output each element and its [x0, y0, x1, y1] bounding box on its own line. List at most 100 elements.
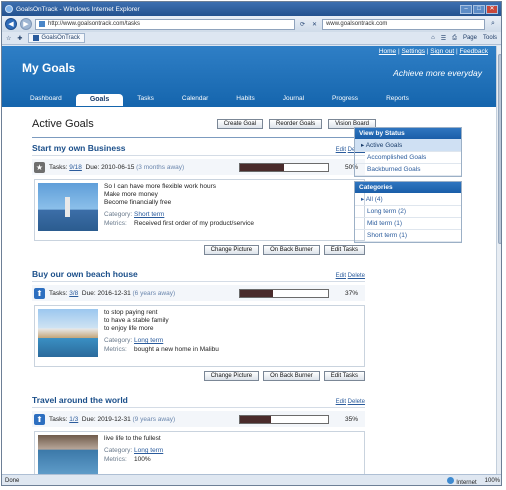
category-item-all[interactable]: ▸ All (4): [355, 193, 461, 206]
category-label: Category:: [104, 447, 133, 454]
tools-menu[interactable]: Tools: [483, 35, 497, 42]
progress-label: 37%: [345, 289, 359, 297]
tab-journal[interactable]: Journal: [269, 94, 318, 106]
metrics-label: Metrics:: [104, 220, 127, 227]
due-date: 2019-12-31: [97, 415, 131, 423]
maximize-button[interactable]: □: [473, 4, 485, 14]
goal-star-icon: ★: [34, 161, 45, 173]
refresh-icon[interactable]: ⟳: [298, 21, 307, 28]
tab-calendar[interactable]: Calendar: [168, 94, 222, 106]
vertical-scrollbar[interactable]: [496, 46, 501, 474]
favorites-star-icon[interactable]: ☆: [6, 35, 11, 42]
tasks-count-link[interactable]: 3/8: [69, 290, 78, 297]
address-bar-row: ◀ ▶ http://www.goalsontrack.com/tasks ⟳ …: [2, 16, 501, 32]
delete-link[interactable]: Delete: [348, 273, 365, 279]
create-goal-button[interactable]: Create Goal: [216, 119, 264, 129]
goal-card: Start my own Business Edit Delete ★ Task…: [32, 143, 365, 255]
edit-tasks-button[interactable]: Edit Tasks: [323, 371, 365, 381]
delete-link[interactable]: Delete: [348, 399, 365, 405]
tasks-count-link[interactable]: 9/18: [69, 164, 82, 171]
status-item-label: Active Goals: [365, 142, 403, 149]
top-links: Home | Settings | Sign out | Feedback: [378, 48, 488, 55]
category-item-short[interactable]: Short term (1): [355, 230, 461, 242]
page-viewport: Home | Settings | Sign out | Feedback My…: [2, 46, 496, 474]
browser-tab[interactable]: GoalsOnTrack: [28, 33, 85, 43]
due-label: Due:: [81, 289, 96, 297]
minimize-button[interactable]: –: [460, 4, 472, 14]
forward-icon[interactable]: ▶: [20, 18, 32, 30]
category-link[interactable]: Long term: [134, 447, 163, 455]
tab-dashboard[interactable]: Dashboard: [16, 94, 76, 106]
due-away: (3 months away): [136, 163, 185, 171]
page-title: Active Goals: [32, 118, 94, 130]
edit-link[interactable]: Edit: [336, 273, 346, 279]
edit-link[interactable]: Edit: [336, 399, 346, 405]
toplink-settings[interactable]: Settings: [401, 48, 425, 55]
reorder-goals-button[interactable]: Reorder Goals: [269, 119, 323, 129]
search-icon[interactable]: ⌕: [488, 20, 498, 28]
category-link[interactable]: Long term: [134, 337, 163, 345]
scroll-thumb[interactable]: [498, 54, 501, 244]
back-burner-button[interactable]: On Back Burner: [263, 371, 320, 381]
page-menu[interactable]: Page: [463, 35, 477, 42]
reason: So I can have more flexible work hours: [104, 183, 216, 190]
close-button[interactable]: ✕: [486, 4, 498, 14]
stop-icon[interactable]: ✕: [310, 21, 319, 28]
categories-box: Categories ▸ All (4) Long term (2) Mid t…: [354, 181, 462, 243]
zone-label: Internet: [456, 479, 477, 486]
search-input[interactable]: www.goalsontrack.com: [322, 18, 485, 30]
status-item-active[interactable]: ▸ Active Goals: [355, 139, 461, 152]
toplink-home[interactable]: Home: [379, 48, 396, 55]
category-link[interactable]: Short term: [134, 211, 164, 219]
print-icon[interactable]: ⎙: [452, 35, 457, 42]
metrics-label: Metrics:: [104, 456, 127, 463]
progress-label: 35%: [345, 415, 359, 423]
window-title: GoalsOnTrack - Windows Internet Explorer: [16, 5, 140, 13]
back-burner-button[interactable]: On Back Burner: [263, 245, 320, 255]
zoom-level[interactable]: 100%: [485, 478, 500, 484]
category-item-label: All (4): [365, 196, 383, 203]
add-favorite-icon[interactable]: ✚: [17, 35, 22, 42]
toplink-feedback[interactable]: Feedback: [459, 48, 488, 55]
tab-goals[interactable]: Goals: [75, 94, 124, 106]
status-item-accomplished[interactable]: Accomplished Goals: [355, 152, 461, 164]
metrics-value: bought a new home in Malibu: [134, 346, 219, 353]
categories-title: Categories: [355, 182, 461, 193]
search-text: www.goalsontrack.com: [326, 21, 388, 27]
address-field[interactable]: http://www.goalsontrack.com/tasks: [35, 18, 295, 30]
tab-habits[interactable]: Habits: [222, 94, 268, 106]
tasks-count-link[interactable]: 1/3: [69, 416, 78, 423]
metrics-value: Received first order of my product/servi…: [134, 220, 254, 227]
goal-title[interactable]: Start my own Business: [32, 143, 126, 153]
status-item-backburned[interactable]: Backburned Goals: [355, 164, 461, 176]
due-date: 2016-12-31: [97, 289, 131, 297]
tab-reports[interactable]: Reports: [372, 94, 423, 106]
reason: Make more money: [104, 191, 158, 198]
toplink-signout[interactable]: Sign out: [430, 48, 454, 55]
site-favicon-icon: [33, 35, 40, 41]
change-picture-button[interactable]: Change Picture: [203, 371, 260, 381]
ie-logo-icon: [5, 5, 13, 13]
edit-link[interactable]: Edit: [336, 147, 346, 153]
tasks-label: Tasks:: [49, 289, 68, 297]
tab-progress[interactable]: Progress: [318, 94, 372, 106]
goal-title[interactable]: Travel around the world: [32, 395, 128, 405]
site-header: Home | Settings | Sign out | Feedback My…: [2, 46, 496, 107]
zone-indicator: Internet: [447, 476, 477, 486]
category-item-mid[interactable]: Mid term (1): [355, 218, 461, 230]
heading-divider: [32, 137, 365, 138]
category-item-long[interactable]: Long term (2): [355, 206, 461, 218]
goal-picture: [38, 435, 98, 474]
change-picture-button[interactable]: Change Picture: [203, 245, 260, 255]
main-nav: Dashboard Goals Tasks Calendar Habits Jo…: [16, 94, 423, 106]
feeds-icon[interactable]: ☰: [441, 35, 446, 42]
home-icon[interactable]: ⌂: [431, 35, 435, 42]
back-icon[interactable]: ◀: [5, 18, 17, 30]
globe-icon: [447, 476, 455, 484]
reason: to stop paying rent: [104, 309, 158, 316]
address-text: http://www.goalsontrack.com/tasks: [48, 21, 141, 27]
tab-tasks[interactable]: Tasks: [123, 94, 168, 106]
due-away: (9 years away): [132, 415, 176, 423]
goal-card: Travel around the world Edit Delete ⬆ Ta…: [32, 395, 365, 474]
goal-title[interactable]: Buy our own beach house: [32, 269, 138, 279]
